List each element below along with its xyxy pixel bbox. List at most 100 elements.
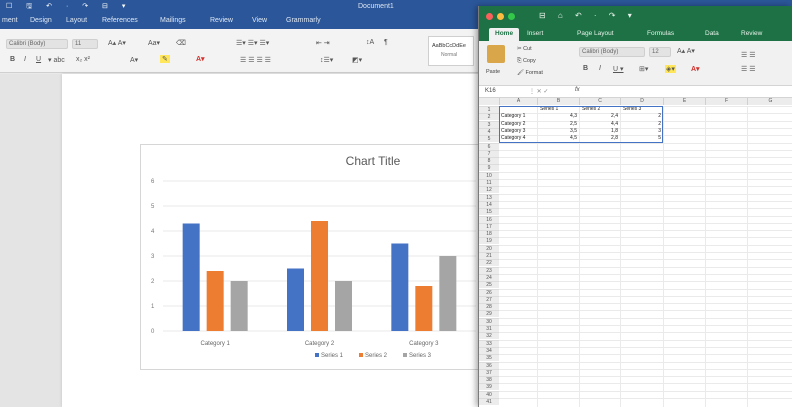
- excel-underline-icon[interactable]: U ▾: [613, 65, 624, 73]
- row-header[interactable]: 21: [479, 252, 499, 259]
- chart-data-range-outline[interactable]: [499, 106, 663, 143]
- line-spacing-icon[interactable]: ↕☰▾: [320, 56, 333, 64]
- strikethrough-icon[interactable]: ▾ abc: [48, 56, 65, 64]
- fx-label[interactable]: fx: [575, 87, 580, 93]
- column-header[interactable]: B: [537, 98, 579, 105]
- row-header[interactable]: 33: [479, 339, 499, 347]
- row-header[interactable]: 1: [479, 106, 499, 113]
- formula-bar-controls[interactable]: ⋮ ✕ ✓: [529, 88, 548, 95]
- underline-icon[interactable]: U: [36, 56, 41, 63]
- row-header[interactable]: 39: [479, 383, 499, 391]
- row-header[interactable]: 9: [479, 164, 499, 172]
- row-header[interactable]: 24: [479, 273, 499, 281]
- excel-quick-access-toolbar[interactable]: ⊟ ⌂ ↶ · ↷ ▾: [539, 11, 637, 20]
- excel-tab-insert[interactable]: Insert: [527, 30, 543, 37]
- row-header[interactable]: 10: [479, 171, 499, 179]
- row-header[interactable]: 7: [479, 149, 499, 157]
- row-header[interactable]: 8: [479, 157, 499, 165]
- column-header[interactable]: C: [579, 98, 620, 105]
- row-header[interactable]: 19: [479, 237, 499, 245]
- row-header[interactable]: 17: [479, 222, 499, 230]
- excel-tab-formulas[interactable]: Formulas: [647, 30, 674, 37]
- row-header[interactable]: 27: [479, 295, 499, 303]
- excel-tab-home[interactable]: Home: [489, 28, 520, 41]
- zoom-window-button[interactable]: [508, 13, 515, 20]
- excel-borders-icon[interactable]: ⊞▾: [639, 65, 648, 73]
- row-header[interactable]: 25: [479, 281, 499, 289]
- row-header[interactable]: 34: [479, 346, 499, 354]
- excel-align-bottom-icons[interactable]: ☰ ☰: [741, 65, 756, 73]
- spreadsheet-grid[interactable]: A B C D E F G 1 2 3 4 5 6 7 8 9 10 11 12 13 14 15 16 17 18 19 20 21…: [479, 98, 792, 407]
- shading-icon[interactable]: ◩▾: [352, 56, 362, 64]
- align-icons[interactable]: ☰ ☰ ☰ ☰: [240, 56, 271, 64]
- pilcrow-icon[interactable]: ¶: [384, 39, 388, 46]
- row-header[interactable]: 14: [479, 200, 499, 208]
- row-header[interactable]: 38: [479, 376, 499, 384]
- change-case-icon[interactable]: Aa▾: [148, 39, 160, 47]
- column-header[interactable]: D: [620, 98, 663, 105]
- row-header[interactable]: 37: [479, 368, 499, 376]
- row-header[interactable]: 31: [479, 325, 499, 332]
- row-header[interactable]: 5: [479, 135, 499, 143]
- italic-icon[interactable]: I: [24, 56, 26, 63]
- row-header[interactable]: 30: [479, 317, 499, 325]
- excel-tab-review[interactable]: Review: [741, 30, 762, 37]
- embedded-chart[interactable]: Chart Title 0 1 2 3 4 5 6 Category 1 Category 2 Ca…: [140, 144, 485, 370]
- excel-grow-font-icon[interactable]: A▴ A▾: [677, 47, 695, 55]
- bullets-icon[interactable]: ☰▾ ☰▾ ☰▾: [236, 39, 269, 47]
- row-header[interactable]: 11: [479, 179, 499, 186]
- column-header[interactable]: A: [499, 98, 537, 105]
- grow-font-icon[interactable]: A▴ A▾: [108, 39, 126, 47]
- excel-bold-icon[interactable]: B: [583, 65, 588, 72]
- close-window-button[interactable]: [486, 13, 493, 20]
- row-header[interactable]: 16: [479, 215, 499, 223]
- row-header[interactable]: 32: [479, 332, 499, 340]
- excel-tab-data[interactable]: Data: [705, 30, 719, 37]
- column-header[interactable]: F: [705, 98, 747, 105]
- row-header[interactable]: 23: [479, 266, 499, 274]
- excel-italic-icon[interactable]: I: [599, 65, 601, 72]
- row-header[interactable]: 40: [479, 390, 499, 398]
- word-tab-grammarly[interactable]: Grammarly: [286, 17, 321, 24]
- word-quick-access-toolbar[interactable]: ☐ 🖫 ↶ · ↷ ⊟ ▾: [6, 2, 131, 13]
- copy-button[interactable]: ⎘ Copy: [517, 58, 536, 65]
- indent-icon[interactable]: ⇤ ⇥: [316, 39, 330, 47]
- excel-font-color-icon[interactable]: A▾: [691, 65, 700, 73]
- word-font-name-select[interactable]: Calibri (Body): [6, 39, 68, 49]
- row-header[interactable]: 26: [479, 288, 499, 296]
- bold-icon[interactable]: B: [10, 56, 15, 63]
- name-box[interactable]: K16: [485, 88, 496, 94]
- row-header[interactable]: 20: [479, 244, 499, 252]
- excel-align-icons[interactable]: ☰ ☰: [741, 51, 756, 59]
- row-header[interactable]: 2: [479, 113, 499, 121]
- paste-icon[interactable]: [487, 45, 505, 63]
- column-header[interactable]: E: [663, 98, 705, 105]
- minimize-window-button[interactable]: [497, 13, 504, 20]
- row-header[interactable]: 41: [479, 398, 499, 405]
- row-header[interactable]: 12: [479, 186, 499, 194]
- row-header[interactable]: 4: [479, 127, 499, 135]
- sort-icon[interactable]: ↕A: [366, 39, 374, 46]
- subscript-icon[interactable]: x₂ x²: [76, 56, 90, 63]
- row-header[interactable]: 18: [479, 230, 499, 238]
- clear-format-icon[interactable]: ⌫: [176, 39, 186, 47]
- format-painter-button[interactable]: 🖌 Format: [517, 70, 543, 76]
- row-header[interactable]: 29: [479, 310, 499, 318]
- cut-button[interactable]: ✂ Cut: [517, 46, 532, 52]
- row-header[interactable]: 35: [479, 354, 499, 362]
- word-tab-view[interactable]: View: [252, 17, 267, 24]
- word-font-size-select[interactable]: 11: [72, 39, 98, 49]
- font-color-icon[interactable]: A▾: [196, 55, 205, 63]
- select-all-corner[interactable]: [479, 98, 499, 105]
- word-tab-layout[interactable]: Layout: [66, 17, 87, 24]
- word-tab-document[interactable]: ment: [2, 17, 18, 24]
- excel-tab-page-layout[interactable]: Page Layout: [577, 30, 614, 37]
- word-tab-mailings[interactable]: Mailings: [160, 17, 186, 24]
- row-header[interactable]: 36: [479, 361, 499, 369]
- row-header[interactable]: 15: [479, 208, 499, 216]
- excel-font-size-select[interactable]: 12: [649, 47, 671, 57]
- word-tab-references[interactable]: References: [102, 17, 138, 24]
- row-header[interactable]: 3: [479, 120, 499, 128]
- word-style-normal[interactable]: AaBbCcDdEe Normal: [428, 36, 474, 66]
- excel-fill-icon[interactable]: ◈▾: [665, 65, 676, 73]
